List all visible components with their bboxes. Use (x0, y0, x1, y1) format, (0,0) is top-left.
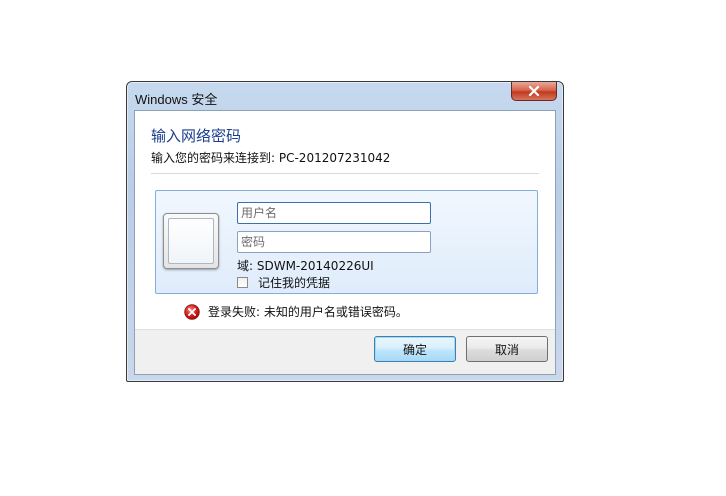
error-message-row: 登录失败: 未知的用户名或错误密码。 (184, 303, 408, 320)
domain-label: 域: SDWM-20140226UI (237, 259, 374, 273)
title-bar[interactable]: Windows 安全 (127, 82, 563, 110)
close-button[interactable] (511, 82, 557, 101)
separator (151, 173, 539, 174)
user-tile-icon (163, 213, 219, 269)
username-input[interactable] (237, 202, 431, 224)
error-message: 登录失败: 未知的用户名或错误密码。 (208, 305, 408, 319)
dialog-content: 输入网络密码 输入您的密码来连接到: PC-201207231042 域: SD… (134, 110, 556, 375)
cancel-button[interactable]: 取消 (466, 336, 548, 362)
window-title: Windows 安全 (135, 92, 218, 107)
close-icon (528, 86, 540, 96)
dialog-subheading: 输入您的密码来连接到: PC-201207231042 (151, 151, 391, 165)
windows-security-dialog: Windows 安全 输入网络密码 输入您的密码来连接到: PC-2012072… (126, 81, 564, 382)
button-bar: 确定 取消 (135, 329, 555, 374)
remember-label: 记住我的凭据 (258, 276, 331, 290)
remember-checkbox[interactable] (237, 277, 248, 288)
ok-button[interactable]: 确定 (374, 336, 456, 362)
password-input[interactable] (237, 231, 431, 253)
credential-tile: 域: SDWM-20140226UI 记住我的凭据 (155, 190, 538, 294)
screen-background: Windows 安全 输入网络密码 输入您的密码来连接到: PC-2012072… (0, 0, 726, 496)
dialog-heading: 输入网络密码 (151, 127, 242, 145)
error-icon (184, 303, 200, 320)
user-tile-picture (168, 218, 214, 264)
remember-credentials[interactable]: 记住我的凭据 (237, 274, 330, 291)
